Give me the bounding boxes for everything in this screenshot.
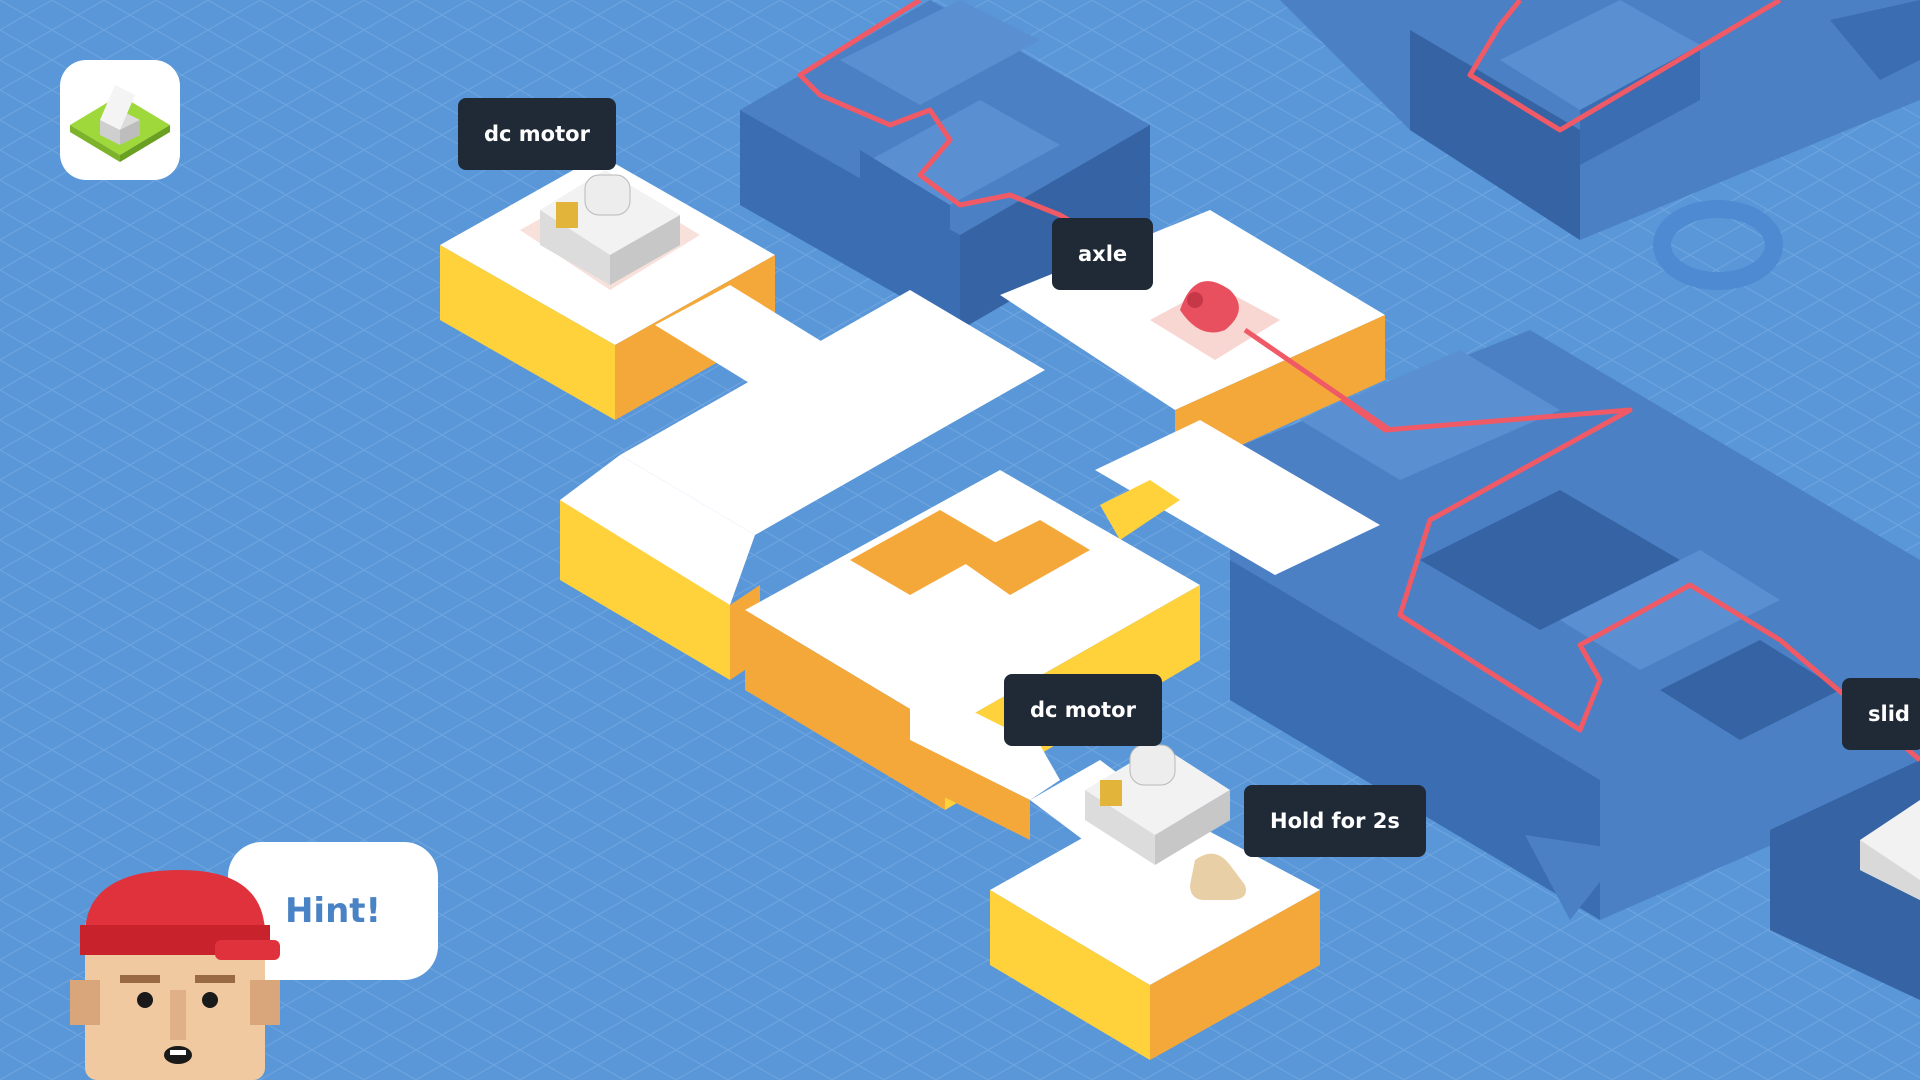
label-axle: axle [1052, 218, 1154, 290]
label-dc-motor-top: dc motor [458, 98, 616, 170]
label-slider-partial: slid [1842, 678, 1920, 750]
home-button[interactable] [60, 60, 180, 180]
label-dc-motor-bottom: dc motor [1004, 674, 1162, 746]
label-hold-instruction: Hold for 2s [1244, 785, 1426, 857]
home-level-icon [70, 85, 170, 162]
character-avatar-icon [70, 870, 280, 1080]
